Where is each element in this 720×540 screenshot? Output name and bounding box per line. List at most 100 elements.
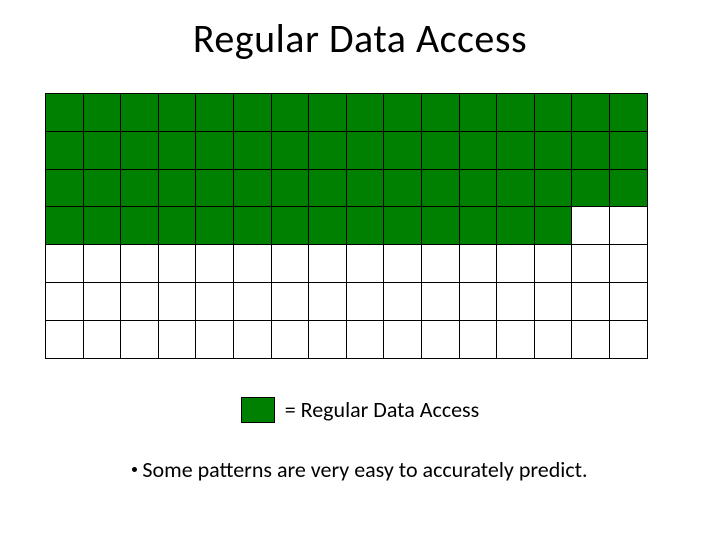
cell-empty: [609, 244, 648, 283]
cell-empty: [45, 320, 84, 359]
cell-empty: [346, 244, 385, 283]
cell-empty: [496, 320, 535, 359]
cell-filled: [120, 206, 159, 245]
bullet-line: Some patterns are very easy to accuratel…: [0, 456, 720, 483]
cell-filled: [534, 206, 573, 245]
cell-empty: [421, 282, 460, 321]
cell-empty: [158, 244, 197, 283]
cell-filled: [534, 131, 573, 170]
cell-filled: [459, 206, 498, 245]
cell-filled: [195, 206, 234, 245]
cell-filled: [271, 169, 310, 208]
cell-empty: [233, 282, 272, 321]
cell-empty: [271, 282, 310, 321]
cell-filled: [383, 131, 422, 170]
cell-filled: [308, 206, 347, 245]
cell-empty: [83, 320, 122, 359]
cell-empty: [534, 320, 573, 359]
cell-empty: [459, 244, 498, 283]
grid-row: [46, 321, 648, 359]
cell-filled: [459, 131, 498, 170]
cell-filled: [158, 93, 197, 132]
cell-empty: [534, 244, 573, 283]
cell-filled: [383, 169, 422, 208]
cell-filled: [421, 169, 460, 208]
cell-filled: [459, 169, 498, 208]
grid-row: [46, 170, 648, 208]
cell-empty: [609, 206, 648, 245]
cell-empty: [45, 244, 84, 283]
cell-empty: [233, 244, 272, 283]
cell-empty: [571, 320, 610, 359]
cell-empty: [158, 320, 197, 359]
cell-filled: [120, 169, 159, 208]
slide-title: Regular Data Access: [0, 14, 720, 63]
cell-empty: [383, 244, 422, 283]
cell-filled: [383, 93, 422, 132]
cell-filled: [383, 206, 422, 245]
cell-filled: [308, 93, 347, 132]
cell-filled: [233, 131, 272, 170]
cell-filled: [421, 131, 460, 170]
cell-filled: [195, 93, 234, 132]
cell-filled: [609, 93, 648, 132]
cell-filled: [120, 93, 159, 132]
cell-filled: [158, 206, 197, 245]
grid-row: [46, 132, 648, 170]
cell-empty: [271, 244, 310, 283]
cell-empty: [45, 282, 84, 321]
cell-filled: [534, 93, 573, 132]
legend-label: = Regular Data Access: [285, 396, 480, 423]
cell-filled: [496, 131, 535, 170]
grid-row: [46, 94, 648, 132]
cell-empty: [383, 282, 422, 321]
cell-filled: [45, 206, 84, 245]
cell-filled: [308, 131, 347, 170]
grid-row: [46, 207, 648, 245]
cell-filled: [496, 93, 535, 132]
cell-filled: [496, 169, 535, 208]
cell-filled: [346, 93, 385, 132]
cell-empty: [459, 320, 498, 359]
cell-filled: [534, 169, 573, 208]
cell-empty: [83, 282, 122, 321]
cell-empty: [571, 244, 610, 283]
cell-filled: [83, 131, 122, 170]
cell-empty: [271, 320, 310, 359]
cell-empty: [195, 282, 234, 321]
cell-filled: [346, 169, 385, 208]
cell-filled: [120, 131, 159, 170]
cell-empty: [571, 282, 610, 321]
bullet-text: Some patterns are very easy to accuratel…: [142, 456, 587, 483]
cell-filled: [271, 131, 310, 170]
cell-filled: [83, 206, 122, 245]
cell-filled: [271, 206, 310, 245]
cell-empty: [158, 282, 197, 321]
cell-filled: [421, 206, 460, 245]
cell-empty: [421, 320, 460, 359]
cell-filled: [195, 169, 234, 208]
legend-swatch: [241, 397, 275, 423]
cell-empty: [571, 206, 610, 245]
cell-filled: [571, 93, 610, 132]
cell-filled: [609, 169, 648, 208]
cell-filled: [158, 131, 197, 170]
cell-filled: [158, 169, 197, 208]
cell-filled: [83, 93, 122, 132]
cell-filled: [571, 169, 610, 208]
cell-empty: [421, 244, 460, 283]
grid-row: [46, 283, 648, 321]
cell-filled: [233, 206, 272, 245]
cell-empty: [308, 282, 347, 321]
cell-empty: [308, 320, 347, 359]
cell-empty: [346, 320, 385, 359]
cell-filled: [421, 93, 460, 132]
grid-row: [46, 245, 648, 283]
cell-filled: [346, 131, 385, 170]
cell-filled: [195, 131, 234, 170]
cell-empty: [346, 282, 385, 321]
slide: Regular Data Access = Regular Data Acces…: [0, 0, 720, 540]
cell-empty: [120, 244, 159, 283]
cell-filled: [233, 169, 272, 208]
legend: = Regular Data Access: [0, 396, 720, 423]
